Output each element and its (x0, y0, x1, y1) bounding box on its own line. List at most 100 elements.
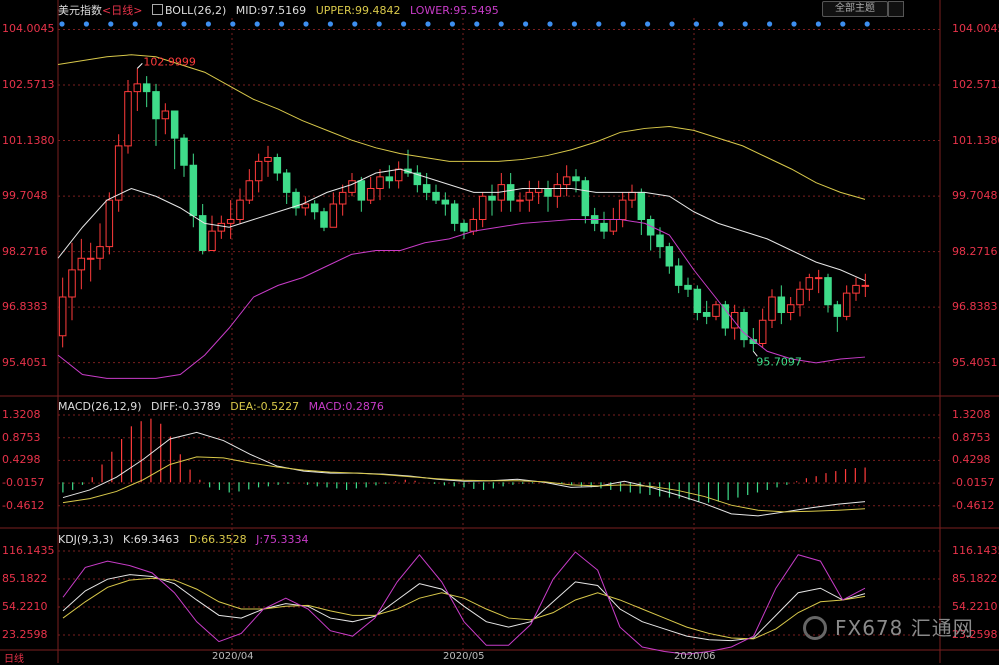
y-tick-label-right: 85.1822 (952, 572, 998, 585)
signal-dot (620, 21, 626, 27)
candle-up (553, 184, 562, 197)
kdj-j: J:75.3334 (256, 533, 309, 546)
theme-dropdown[interactable]: 全部主题 (822, 1, 888, 17)
candle-up (264, 157, 272, 162)
candle-down (637, 191, 646, 220)
candle-up (516, 199, 524, 202)
signal-dot (83, 21, 89, 27)
signal-dot (230, 21, 236, 27)
signal-dot (425, 21, 431, 27)
macd-diff: DIFF:-0.3789 (151, 400, 221, 413)
signal-dot (449, 21, 455, 27)
signal-dot (108, 21, 114, 27)
signal-dot (254, 21, 260, 27)
candle-up (861, 284, 870, 287)
signal-dot (157, 21, 163, 27)
kdj-line-d (62, 577, 866, 640)
candle-down (702, 312, 711, 317)
y-tick-label-left: 54.2210 (2, 600, 48, 613)
y-tick-label-right: 0.4298 (952, 453, 991, 467)
candle-up (254, 160, 263, 182)
panel-toggle-icon[interactable] (888, 1, 904, 17)
signal-dot (840, 21, 846, 27)
indicator-settings-icon[interactable] (151, 4, 163, 15)
candle-up (338, 191, 347, 205)
candle-up (96, 246, 104, 259)
high-annotation: 102.9999 (143, 55, 196, 68)
candle-up (618, 199, 627, 220)
candle-down (385, 176, 394, 182)
low-annotation: 95.7097 (756, 355, 802, 368)
candle-down (488, 195, 496, 201)
y-tick-label-right: 1.3208 (952, 408, 991, 422)
candle-up (301, 203, 310, 209)
macd-name: MACD(26,12,9) (58, 400, 142, 413)
y-tick-label-left: 1.3208 (2, 408, 41, 422)
candle-up (329, 203, 338, 228)
candle-down (777, 296, 786, 313)
y-tick-label-left: 102.5713 (2, 77, 55, 91)
candle-down (693, 288, 702, 313)
signal-dot (352, 21, 358, 27)
macd-header: MACD(26,12,9) DIFF:-0.3789 DEA:-0.5227 M… (58, 400, 390, 413)
candle-down (450, 203, 459, 224)
candle-up (768, 296, 776, 321)
kdj-k: K:69.3463 (123, 533, 180, 546)
candle-up (133, 83, 142, 93)
kdj-name: KDJ(9,3,3) (58, 533, 114, 546)
candle-up (348, 180, 356, 193)
candle-up (786, 304, 795, 313)
candle-up (805, 277, 814, 290)
candle-down (152, 91, 160, 120)
kdj-d: D:66.3528 (188, 533, 247, 546)
candle-up (796, 288, 804, 306)
candle-up (77, 257, 86, 271)
candle-up (394, 168, 403, 182)
candle-down (273, 157, 282, 174)
period-label[interactable]: <日线> (102, 4, 142, 17)
signal-dot (645, 21, 651, 27)
y-tick-label-left: -0.4612 (2, 498, 45, 512)
grid-lines (0, 0, 999, 663)
signal-dot (693, 21, 700, 27)
watermark-text: FX678 汇通网 (835, 616, 974, 640)
macd-dea: DEA:-0.5227 (230, 400, 300, 413)
y-tick-label-left: 0.8753 (2, 430, 41, 444)
signal-dot (767, 21, 773, 27)
y-tick-label-left: 98.2716 (2, 244, 48, 258)
candle-up (469, 219, 478, 232)
y-tick-label-left: 116.1435 (2, 544, 55, 557)
candle-up (68, 269, 76, 298)
candle-up (58, 296, 67, 337)
y-tick-label-right: -0.4612 (952, 498, 995, 512)
boll-mid: MID:97.5169 (235, 4, 307, 17)
signal-dot (718, 21, 724, 27)
y-tick-label-left: 101.1380 (2, 133, 55, 147)
candle-up (366, 188, 375, 201)
signal-dot (205, 21, 211, 27)
candle-down (581, 180, 590, 217)
candle-down (180, 137, 188, 166)
candle-up (814, 277, 823, 280)
candle-up (376, 176, 384, 189)
signal-dot (864, 21, 870, 27)
x-tick-label: 2020/05 (443, 651, 485, 662)
y-tick-label-left: 104.0045 (2, 22, 55, 36)
candle-down (721, 304, 730, 329)
y-tick-label-left: 95.4051 (2, 355, 48, 369)
candle-up (105, 199, 114, 248)
candle-down (422, 184, 431, 193)
x-tick-label: 2020/06 (674, 651, 716, 662)
candle-down (170, 110, 179, 139)
candle-up (114, 145, 123, 201)
y-tick-label-right: 102.5713 (952, 77, 999, 91)
candle-down (189, 164, 198, 217)
candle-down (656, 234, 664, 248)
watermark: FX678 汇通网 (805, 612, 974, 641)
candle-down (310, 203, 319, 213)
candle-down (544, 188, 552, 197)
y-tick-label-left: -0.0157 (2, 476, 45, 490)
candle-down (357, 180, 366, 201)
signal-dot (547, 21, 553, 27)
candle-up (226, 219, 235, 224)
